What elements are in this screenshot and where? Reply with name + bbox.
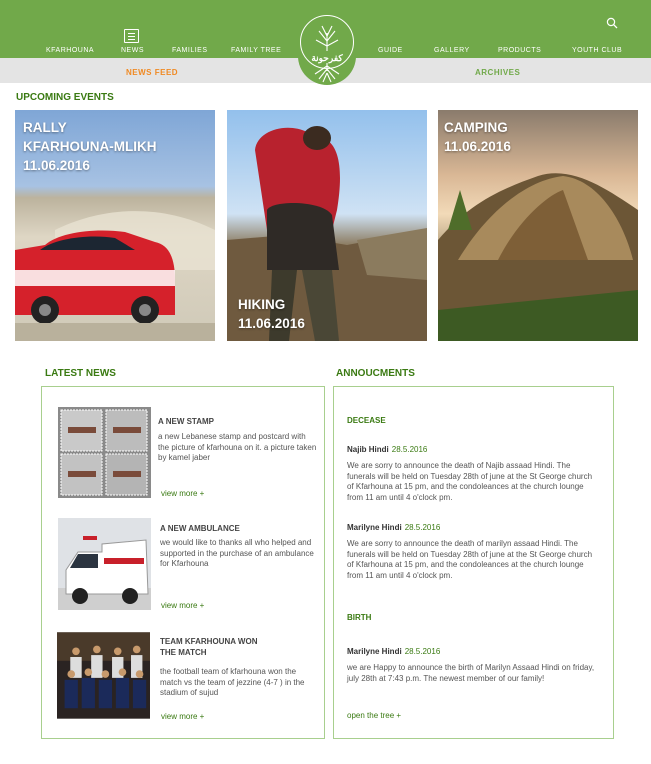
newspaper-icon[interactable] <box>124 29 139 43</box>
announcement-text: we are Happy to announce the birth of Ma… <box>347 663 595 683</box>
announcement-text: We are sorry to announce the death of Na… <box>347 461 593 502</box>
event-date: 11.06.2016 <box>444 139 511 154</box>
news-item-title-line: THE MATCH <box>160 648 207 657</box>
stamp-image[interactable] <box>58 407 151 498</box>
football-team-image[interactable] <box>57 630 150 721</box>
decease-heading: DECEASE <box>347 416 386 425</box>
announcement-name: Marilyne Hindi 28.5.2016 <box>347 523 440 532</box>
news-item-title-line: TEAM KFARHOUNA WON <box>160 637 258 646</box>
person-name: Marilyne Hindi <box>347 523 402 532</box>
news-item-text: the football team of kfarhouna won the m… <box>160 667 305 697</box>
ambulance-image[interactable] <box>58 518 151 610</box>
birth-heading: BIRTH <box>347 613 372 622</box>
nav-kfarhouna[interactable]: KFARHOUNA <box>46 47 94 54</box>
nav-gallery[interactable]: GALLERY <box>434 47 470 54</box>
nav-families[interactable]: FAMILIES <box>172 47 208 54</box>
announcements-title: ANNOUCMENTS <box>336 368 415 379</box>
event-date: 11.06.2016 <box>23 158 90 173</box>
open-tree-link[interactable]: open the tree + <box>347 711 401 720</box>
logo-arabic-text: كفرحونة <box>311 53 343 63</box>
news-item-title: A NEW STAMP <box>158 417 214 426</box>
person-name: Marilyne Hindi <box>347 647 402 656</box>
event-subtitle: KFARHOUNA-MLIKH <box>23 139 157 154</box>
event-card-camping[interactable]: CAMPING 11.06.2016 <box>438 110 638 341</box>
event-date: 11.06.2016 <box>238 316 305 331</box>
archives-link[interactable]: ARCHIVES <box>475 68 520 77</box>
person-name: Najib Hindi <box>347 445 389 454</box>
view-more-link[interactable]: view more + <box>161 712 204 721</box>
nav-family-tree[interactable]: FAMILY TREE <box>231 47 281 54</box>
announcement-date: 28.5.2016 <box>404 523 441 532</box>
view-more-link[interactable]: view more + <box>161 489 204 498</box>
event-title: CAMPING <box>444 120 508 135</box>
news-item-text: a new Lebanese stamp and postcard with t… <box>158 432 317 462</box>
announcement-name: Marilyne Hindi 28.5.2016 <box>347 647 440 656</box>
event-card-hiking[interactable]: HIKING 11.06.2016 <box>227 110 427 341</box>
announcement-text: We are sorry to announce the death of ma… <box>347 539 593 580</box>
nav-youth-club[interactable]: YOUTH CLUB <box>572 47 622 54</box>
view-more-link[interactable]: view more + <box>161 601 204 610</box>
search-icon[interactable] <box>606 17 618 29</box>
upcoming-events-title: UPCOMING EVENTS <box>16 92 114 103</box>
nav-guide[interactable]: GUIDE <box>378 47 403 54</box>
nav-news[interactable]: NEWS <box>121 47 144 54</box>
latest-news-title: LATEST NEWS <box>45 368 116 379</box>
announcement-name: Najib Hindi 28.5.2016 <box>347 445 427 454</box>
news-feed-link[interactable]: NEWS FEED <box>126 68 178 77</box>
event-title: HIKING <box>238 297 286 312</box>
nav-products[interactable]: PRODUCTS <box>498 47 541 54</box>
news-item-text: we would like to thanks all who helped a… <box>160 538 314 568</box>
announcement-date: 28.5.2016 <box>404 647 441 656</box>
news-item-title: A NEW AMBULANCE <box>160 524 240 533</box>
event-title: RALLY <box>23 120 67 135</box>
news-item-title: TEAM KFARHOUNA WON THE MATCH <box>160 636 257 658</box>
tree-icon <box>314 25 340 83</box>
site-logo[interactable]: كفرحونة <box>298 13 356 85</box>
event-card-rally[interactable]: RALLY KFARHOUNA-MLIKH 11.06.2016 <box>15 110 215 341</box>
announcement-date: 28.5.2016 <box>391 445 428 454</box>
